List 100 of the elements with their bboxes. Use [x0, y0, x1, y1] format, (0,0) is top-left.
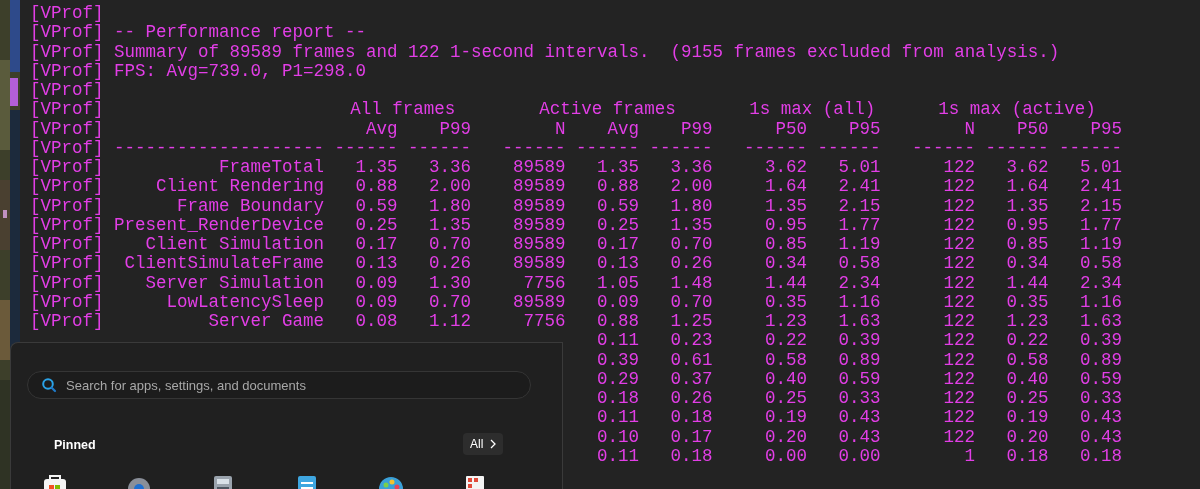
table-cell-text: 0.59 [837, 369, 881, 389]
column-header: P95 [1089, 119, 1123, 139]
log-prefix: [VProf] [30, 158, 104, 178]
table-cell-text: 2.15 [837, 196, 881, 216]
table-cell-text: 122 [942, 427, 976, 447]
log-prefix: [VProf] [30, 4, 104, 24]
table-cell-text: 0.29 [596, 369, 640, 389]
log-prefix: [VProf] [30, 273, 104, 293]
table-cell-text: 1.35 [428, 215, 472, 235]
column-header: N [554, 119, 566, 139]
rule-text: ------ [576, 138, 640, 158]
table-cell-text: 89589 [512, 158, 566, 178]
log-prefix: [VProf] [30, 100, 104, 120]
table-cell-text: 1.77 [837, 215, 881, 235]
table-cell-text: 0.18 [1079, 446, 1123, 466]
table-cell-text: 0.59 [354, 196, 398, 216]
table-cell-text: 0.39 [837, 331, 881, 351]
table-cell-text: 1.19 [1079, 235, 1123, 255]
log-prefix: [VProf] [30, 61, 104, 81]
log-prefix: [VProf] [30, 23, 104, 43]
row-label: Client Rendering [155, 177, 325, 197]
table-cell-text: 1.19 [837, 235, 881, 255]
table-cell-text: 0.18 [1005, 446, 1049, 466]
table-cell-text: 2.34 [1079, 273, 1123, 293]
table-cell-text: 0.85 [764, 235, 808, 255]
table-cell-text: 1.80 [428, 196, 472, 216]
log-prefix: [VProf] [30, 312, 104, 332]
rule-text: ------ [1059, 138, 1123, 158]
table-cell-text: 1.16 [837, 292, 881, 312]
rule-text: ------ [502, 138, 566, 158]
rule-text: ------ [985, 138, 1049, 158]
table-cell-text: 0.89 [837, 350, 881, 370]
table-cell-text: 0.18 [596, 389, 640, 409]
table-cell-text: 3.62 [1005, 158, 1049, 178]
table-cell-text: 0.88 [596, 312, 640, 332]
table-cell-text: 0.88 [596, 177, 640, 197]
table-cell-text: 0.35 [764, 292, 808, 312]
table-cell-text: 0.40 [1005, 369, 1049, 389]
table-cell-text: 0.08 [354, 312, 398, 332]
table-cell-text: 0.10 [596, 427, 640, 447]
table-cell-text: 0.34 [764, 254, 808, 274]
log-prefix: [VProf] [30, 254, 104, 274]
table-cell-text: 0.19 [764, 408, 808, 428]
table-cell-text: 0.70 [669, 292, 713, 312]
table-cell-text: 122 [942, 292, 976, 312]
table-cell-text: 0.95 [764, 215, 808, 235]
table-cell-text: 0.88 [354, 177, 398, 197]
table-cell-text: 0.26 [669, 389, 713, 409]
table-cell-text: 2.41 [1079, 177, 1123, 197]
table-cell-text: 1.77 [1079, 215, 1123, 235]
table-cell-text: 1.25 [669, 312, 713, 332]
table-cell-text: 0.20 [1005, 427, 1049, 447]
table-cell-text: 89589 [512, 196, 566, 216]
table-cell-text: 0.25 [764, 389, 808, 409]
column-header: Avg [365, 119, 398, 139]
log-prefix: [VProf] [30, 215, 104, 235]
table-cell-text: 122 [942, 177, 976, 197]
rule-text: ------ [744, 138, 808, 158]
table-cell-text: 0.61 [669, 350, 713, 370]
row-label: FrameTotal [218, 158, 325, 178]
table-cell-text: 2.00 [669, 177, 713, 197]
all-apps-button[interactable]: All [463, 433, 504, 455]
table-cell-text: 0.22 [764, 331, 808, 351]
column-header: P99 [438, 119, 472, 139]
table-cell-text: 0.39 [596, 350, 640, 370]
table-cell-text: 122 [942, 369, 976, 389]
table-cell-text: 0.00 [764, 446, 808, 466]
table-cell-text: 7756 [522, 273, 566, 293]
column-header: P95 [848, 119, 881, 139]
table-cell-text: 1.64 [764, 177, 808, 197]
table-cell-text: 0.33 [837, 389, 881, 409]
table-cell-text: 0.19 [1005, 408, 1049, 428]
table-cell-text: 0.39 [1079, 331, 1123, 351]
log-prefix: [VProf] [30, 235, 104, 255]
column-header: N [963, 119, 976, 139]
search-field[interactable]: Search for apps, settings, and documents [27, 371, 531, 399]
row-label: Present_RenderDevice [114, 215, 325, 235]
table-cell-text: 89589 [512, 215, 566, 235]
column-group-header: All frames [349, 100, 457, 120]
table-cell-text: 7756 [522, 312, 566, 332]
table-cell-text: 1.64 [1005, 177, 1049, 197]
log-prefix: [VProf] [30, 292, 104, 312]
table-cell-text: 3.36 [428, 158, 472, 178]
table-cell-text: 1.30 [428, 273, 472, 293]
rule-text: ------ [334, 138, 398, 158]
table-cell-text: 1.23 [764, 312, 808, 332]
table-cell-text: 0.40 [764, 369, 808, 389]
table-cell-text: 122 [942, 273, 976, 293]
table-cell-text: 0.25 [596, 215, 640, 235]
table-cell-text: 0.13 [354, 254, 398, 274]
column-group-header: 1s max (active) [937, 100, 1097, 120]
rule-text: -------------------- [114, 138, 325, 158]
column-group-header: 1s max (all) [748, 100, 877, 120]
table-cell-text: 2.00 [428, 177, 472, 197]
table-cell-text: 2.34 [837, 273, 881, 293]
row-label: Client Simulation [144, 235, 325, 255]
table-cell-text: 0.70 [428, 235, 472, 255]
table-cell-text: 0.43 [837, 408, 881, 428]
table-cell-text: 122 [942, 254, 976, 274]
table-cell-text: 1.35 [764, 196, 808, 216]
